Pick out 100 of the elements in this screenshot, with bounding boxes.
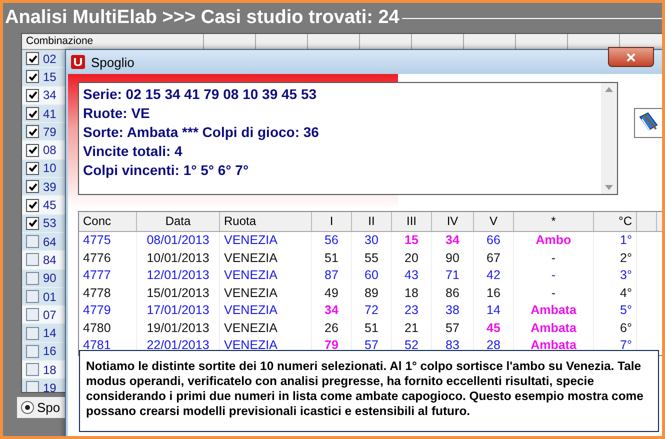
table-cell: 87 <box>312 267 352 284</box>
table-cell: 17/01/2013 <box>137 302 220 320</box>
column-header[interactable]: °C <box>594 212 637 231</box>
table-cell: 21 <box>392 320 432 337</box>
table-cell: 71 <box>432 267 474 284</box>
checkbox[interactable] <box>26 198 39 212</box>
checkbox[interactable] <box>26 363 39 376</box>
checkbox[interactable] <box>26 381 39 392</box>
combination-number: 53 <box>43 216 56 230</box>
note-text: Notiamo le distinte sortite dei 10 numeri selezionati. Al 1° colpo sortisce l'ambo su Venezia. Tale modus operandi, verificatelo con analisi pregresse, ha fornito eccellenti risultati, specie considerando i primi due numeri in lista come ambate capogioco. Questo esempio mostra come possano crearsi modelli previsionali icastici e estensibili al futuro. <box>86 359 644 419</box>
combination-number: 18 <box>43 362 56 377</box>
table-cell: 67 <box>474 250 514 267</box>
checkbox[interactable] <box>26 88 39 102</box>
column-header[interactable]: II <box>352 212 392 231</box>
table-cell: 45 <box>474 320 514 337</box>
combination-number: 64 <box>43 234 56 249</box>
table-cell: 10/01/2013 <box>137 250 220 267</box>
table-cell: 14 <box>474 302 514 320</box>
checkbox[interactable] <box>26 216 39 230</box>
table-cell: VENEZIA <box>220 267 312 284</box>
table-cell: - <box>514 284 594 302</box>
column-header[interactable]: Data <box>137 212 220 231</box>
checkbox[interactable] <box>26 52 39 66</box>
checkbox[interactable] <box>26 290 39 303</box>
table-cell: 56 <box>312 232 352 250</box>
table-cell: 23 <box>392 302 432 320</box>
table-cell: 4778 <box>79 284 137 302</box>
table-cell: 38 <box>432 302 474 320</box>
combination-number: 19 <box>43 380 56 392</box>
combination-number: 79 <box>43 124 56 139</box>
column-header[interactable]: Conc <box>79 212 137 231</box>
column-header[interactable]: IV <box>432 212 474 231</box>
radio-button[interactable] <box>21 401 34 414</box>
summary-line: Sorte: Ambata *** Colpi di gioco: 36 <box>83 123 320 142</box>
checkbox[interactable] <box>26 70 39 84</box>
checkbox[interactable] <box>26 144 39 157</box>
table-cell: 42 <box>474 267 514 284</box>
combination-number: 45 <box>43 198 56 212</box>
column-header[interactable]: Ruota <box>220 212 312 231</box>
table-cell: 43 <box>392 267 432 284</box>
table-cell: 66 <box>474 232 514 250</box>
summary-line: Serie: 02 15 34 41 79 08 10 39 45 53 <box>83 85 318 104</box>
table-cell: 26 <box>312 320 352 337</box>
table-cell: 3° <box>594 267 637 284</box>
table-cell: 19/01/2013 <box>137 320 220 337</box>
checkbox[interactable] <box>26 344 39 358</box>
table-cell: Ambo <box>514 232 594 250</box>
table-cell: - <box>514 250 594 267</box>
column-header[interactable]: I <box>312 212 352 231</box>
table-cell: 16 <box>474 284 514 302</box>
table-cell: 4777 <box>79 267 137 284</box>
table-cell: 2° <box>594 250 637 267</box>
checkbox[interactable] <box>26 326 39 340</box>
checkbox[interactable] <box>26 107 39 120</box>
close-button[interactable] <box>608 47 654 67</box>
checkbox[interactable] <box>26 253 39 266</box>
table-cell: 18 <box>392 284 432 302</box>
table-cell: Ambata <box>514 320 594 337</box>
table-cell: 15/01/2013 <box>137 284 220 302</box>
combination-number: 02 <box>43 52 56 66</box>
combination-number: 10 <box>43 161 56 176</box>
summary-textbox[interactable]: Serie: 02 15 34 41 79 08 10 39 45 53 Ruote: VE Sorte: Ambata *** Colpi di gioco: 36 Vincite totali: 4 Colpi vincenti: 1° 5° 6° 7° <box>78 82 618 195</box>
table-cell: 34 <box>432 232 474 250</box>
table-cell: 5° <box>594 302 637 320</box>
table-cell: 72 <box>352 302 392 320</box>
combination-number: 15 <box>43 70 56 84</box>
checkbox[interactable] <box>26 162 39 175</box>
table-cell: 1° <box>594 232 637 250</box>
checkbox[interactable] <box>26 235 39 248</box>
table-cell: 51 <box>312 250 352 267</box>
combination-number: 84 <box>43 252 56 267</box>
book-button[interactable] <box>634 108 662 138</box>
table-cell: VENEZIA <box>220 250 312 267</box>
table-cell: 90 <box>432 250 474 267</box>
table-cell: VENEZIA <box>220 302 312 320</box>
checkbox[interactable] <box>26 125 39 138</box>
table-cell: 86 <box>432 284 474 302</box>
checkbox[interactable] <box>26 272 39 285</box>
table-cell: 55 <box>352 250 392 267</box>
column-header[interactable]: V <box>474 212 514 231</box>
table-cell: 15 <box>392 232 432 250</box>
window-title: Analisi MultiElab >>> Casi studio trovati: 24 <box>5 7 400 29</box>
combination-number: 14 <box>43 326 56 340</box>
checkbox[interactable] <box>26 180 39 194</box>
checkbox[interactable] <box>26 308 39 322</box>
summary-line: Ruote: VE <box>83 104 151 123</box>
app-icon <box>71 55 85 69</box>
column-header[interactable]: III <box>392 212 432 231</box>
table-cell: 4° <box>594 284 637 302</box>
table-cell: 4779 <box>79 302 137 320</box>
table-cell: 6° <box>594 320 637 337</box>
combination-number: 07 <box>43 308 56 322</box>
column-header[interactable]: * <box>514 212 594 231</box>
table-cell: 4775 <box>79 232 137 250</box>
table-cell: VENEZIA <box>220 284 312 302</box>
combination-number: 01 <box>43 290 56 304</box>
dialog-title: Spoglio <box>91 54 134 70</box>
table-cell: 30 <box>352 232 392 250</box>
table-cell: 89 <box>352 284 392 302</box>
table-cell: 49 <box>312 284 352 302</box>
